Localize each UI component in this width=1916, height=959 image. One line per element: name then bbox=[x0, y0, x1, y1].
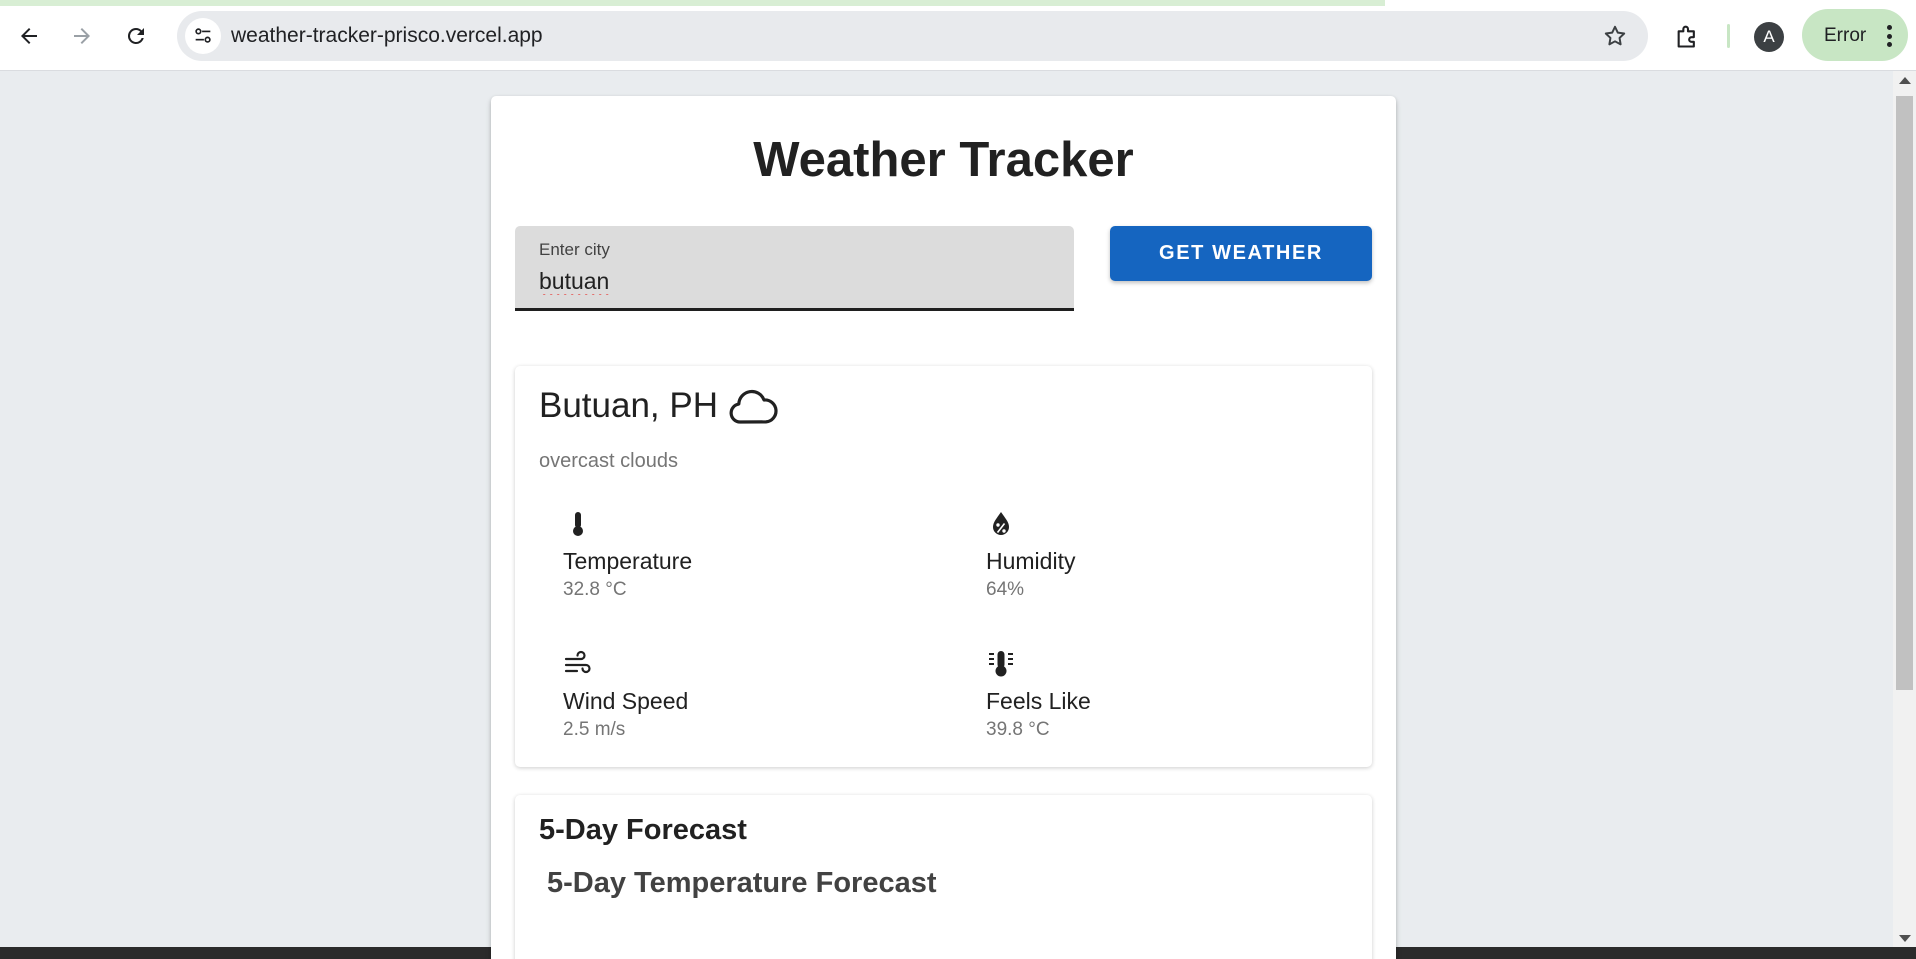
scroll-up-arrow-icon[interactable] bbox=[1899, 77, 1911, 84]
stat-label: Wind Speed bbox=[563, 688, 689, 714]
site-info-button[interactable] bbox=[185, 18, 221, 54]
stat-label: Temperature bbox=[563, 548, 693, 574]
extensions-icon bbox=[1677, 25, 1695, 48]
url-text[interactable]: weather-tracker-prisco.vercel.app bbox=[231, 24, 543, 48]
reload-button[interactable] bbox=[117, 17, 155, 55]
stat-temperature: Temperature 32.8 °C bbox=[563, 509, 943, 609]
city-search-field[interactable]: Enter city bbox=[515, 226, 1074, 311]
browser-toolbar: weather-tracker-prisco.vercel.app A Erro… bbox=[0, 0, 1916, 71]
get-weather-button[interactable]: GET WEATHER bbox=[1110, 226, 1372, 281]
error-chip[interactable]: Error bbox=[1802, 9, 1908, 61]
profile-avatar[interactable]: A bbox=[1754, 22, 1784, 52]
thermometer-icon bbox=[573, 512, 583, 536]
forward-button[interactable] bbox=[63, 17, 101, 55]
address-bar[interactable]: weather-tracker-prisco.vercel.app bbox=[177, 11, 1648, 61]
weather-description: overcast clouds bbox=[539, 450, 678, 472]
feels-like-thermometer-icon bbox=[989, 651, 1013, 677]
scrollbar-thumb[interactable] bbox=[1896, 96, 1913, 690]
wind-icon bbox=[564, 650, 591, 674]
stat-value: 32.8 °C bbox=[563, 579, 627, 600]
site-info-icon bbox=[195, 28, 211, 43]
toolbar-separator bbox=[1727, 24, 1730, 48]
current-weather-card: Butuan, PH overcast clouds Temperature 3… bbox=[515, 366, 1372, 767]
extensions-button[interactable] bbox=[1669, 17, 1707, 55]
stat-humidity: Humidity 64% bbox=[986, 509, 1366, 609]
forward-arrow-icon bbox=[74, 28, 90, 44]
error-chip-label: Error bbox=[1824, 25, 1867, 46]
stat-wind-speed: Wind Speed 2.5 m/s bbox=[563, 649, 943, 749]
forecast-card: 5-Day Forecast 5-Day Temperature Forecas… bbox=[515, 795, 1372, 959]
location-name: Butuan, PH bbox=[539, 386, 718, 425]
star-icon[interactable] bbox=[1602, 23, 1628, 49]
back-button[interactable] bbox=[10, 17, 48, 55]
app-container: Weather Tracker Enter city GET WEATHER B… bbox=[491, 96, 1396, 959]
page-scrollbar[interactable] bbox=[1893, 71, 1916, 947]
stat-value: 64% bbox=[986, 579, 1025, 600]
city-input[interactable] bbox=[539, 266, 1039, 296]
back-arrow-icon bbox=[21, 28, 37, 44]
city-input-label: Enter city bbox=[539, 240, 610, 259]
page-load-progress bbox=[0, 0, 1385, 6]
stat-label: Feels Like bbox=[986, 688, 1091, 714]
more-vert-icon bbox=[1886, 25, 1892, 47]
stat-label: Humidity bbox=[986, 548, 1076, 574]
humidity-drop-icon bbox=[993, 512, 1009, 535]
forecast-title: 5-Day Forecast bbox=[539, 814, 747, 846]
reload-icon bbox=[127, 27, 144, 44]
page-title: Weather Tracker bbox=[753, 133, 1134, 187]
cloud-icon bbox=[729, 389, 778, 424]
forecast-chart-title: 5-Day Temperature Forecast bbox=[547, 867, 937, 899]
stat-feels-like: Feels Like 39.8 °C bbox=[986, 649, 1366, 749]
stat-value: 39.8 °C bbox=[986, 719, 1050, 740]
scroll-down-arrow-icon[interactable] bbox=[1899, 935, 1911, 942]
stat-value: 2.5 m/s bbox=[563, 719, 626, 740]
